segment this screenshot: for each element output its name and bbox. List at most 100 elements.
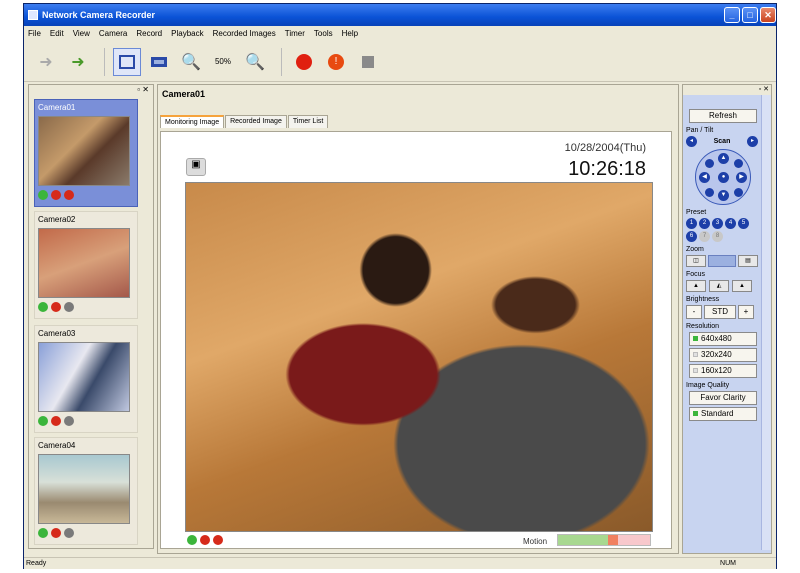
camera-thumb-3[interactable]: Camera03 (34, 325, 138, 433)
refresh-button[interactable]: Refresh (689, 109, 757, 123)
close-button[interactable]: ✕ (760, 7, 776, 23)
home-position-icon[interactable]: ● (718, 172, 729, 183)
standard-quality-button[interactable]: Standard (689, 407, 757, 421)
monitor-panel: Camera01 Monitoring Image Recorded Image… (157, 84, 679, 554)
green-status-icon (38, 528, 48, 538)
brightness-std-button[interactable]: STD (704, 305, 736, 319)
zoom-in-icon[interactable]: 🔍 (241, 48, 269, 76)
green-status-icon (38, 190, 48, 200)
brightness-label: Brightness (686, 296, 720, 303)
back-arrow-icon[interactable]: ➜ (32, 48, 60, 76)
red-status-icon (51, 302, 61, 312)
zoom-tele-button[interactable]: ▤ (738, 255, 758, 267)
preset-button-6[interactable]: 6 (686, 231, 697, 242)
camera-thumb-image (38, 454, 130, 524)
tab-recorded-image[interactable]: Recorded Image (225, 115, 287, 128)
camera-status-dots (38, 416, 74, 426)
focus-control: ▲ ◭ ▲ (686, 280, 760, 292)
scan-left-icon[interactable]: ◂ (686, 136, 697, 147)
preset-button-2[interactable]: 2 (699, 218, 710, 229)
zoom-wide-button[interactable]: ◫ (686, 255, 706, 267)
menu-help[interactable]: Help (342, 29, 358, 38)
resolution-320-button[interactable]: 320x240 (689, 348, 757, 362)
zoom-slider[interactable] (708, 255, 736, 267)
scan-right-icon[interactable]: ▸ (746, 136, 758, 147)
camera-thumb-2[interactable]: Camera02 (34, 211, 138, 319)
window-title: Network Camera Recorder (42, 10, 156, 20)
record-button[interactable] (290, 48, 318, 76)
monitoring-view: ▣ 10/28/2004(Thu) 10:26:18 Motion (160, 131, 672, 549)
control-panel: ▫ ✕ Refresh Pan / Tilt ◂ Scan ▸ ▲ ▼ ◀ ▶ … (682, 84, 772, 554)
maximize-button[interactable]: □ (742, 7, 758, 23)
favor-clarity-button[interactable]: Favor Clarity (689, 391, 757, 405)
focus-far-button[interactable]: ▲ (732, 280, 752, 292)
preset-button-5[interactable]: 5 (738, 218, 749, 229)
focus-label: Focus (686, 271, 706, 278)
focus-auto-button[interactable]: ◭ (709, 280, 729, 292)
status-bar: Ready NUM (24, 557, 776, 569)
pan-up-right-icon[interactable] (734, 159, 743, 168)
snapshot-button[interactable]: ▣ (186, 158, 206, 176)
menu-record[interactable]: Record (136, 29, 162, 38)
menu-bar: File Edit View Camera Record Playback Re… (24, 26, 776, 40)
selected-led-icon (693, 411, 698, 417)
brightness-minus-button[interactable]: - (686, 305, 702, 319)
camera-thumb-image (38, 228, 130, 298)
monitor-date: 10/28/2004(Thu) (564, 142, 646, 154)
pan-tilt-label: Pan / Tilt (686, 127, 714, 134)
panel-controls[interactable]: ▫ ✕ (29, 85, 153, 97)
tab-timer-list[interactable]: Timer List (287, 115, 329, 128)
tab-monitoring-image[interactable]: Monitoring Image (160, 115, 225, 128)
focus-near-button[interactable]: ▲ (686, 280, 706, 292)
pan-down-left-icon[interactable] (705, 188, 714, 197)
fit-view-icon[interactable] (113, 47, 141, 76)
menu-file[interactable]: File (28, 29, 41, 38)
pan-right-icon[interactable]: ▶ (736, 172, 747, 183)
monitor-time: 10:26:18 (568, 158, 646, 180)
menu-tools[interactable]: Tools (314, 29, 333, 38)
pan-down-right-icon[interactable] (734, 188, 743, 197)
camera-thumb-1[interactable]: Camera01 (34, 99, 138, 207)
resolution-640-button[interactable]: 640x480 (689, 332, 757, 346)
resolution-320-label: 320x240 (701, 350, 732, 359)
menu-view[interactable]: View (73, 29, 90, 38)
forward-arrow-icon[interactable]: ➜ (64, 48, 92, 76)
preset-button-7[interactable]: 7 (699, 231, 710, 242)
gray-status-icon (64, 416, 74, 426)
green-status-icon (38, 302, 48, 312)
preset-button-3[interactable]: 3 (712, 218, 723, 229)
pan-left-icon[interactable]: ◀ (699, 172, 710, 183)
camera-thumb-image (38, 116, 130, 186)
preset-button-1[interactable]: 1 (686, 218, 697, 229)
preset-button-4[interactable]: 4 (725, 218, 736, 229)
pan-up-left-icon[interactable] (705, 159, 714, 168)
brightness-plus-button[interactable]: + (738, 305, 754, 319)
camera-thumb-4[interactable]: Camera04 (34, 437, 138, 545)
app-window: Network Camera Recorder _ □ ✕ File Edit … (23, 3, 777, 569)
camera-list-panel: ▫ ✕ Camera01 Camera02 Camera03 Camera04 (28, 84, 154, 549)
gray-status-icon (64, 302, 74, 312)
minimize-button[interactable]: _ (724, 7, 740, 23)
menu-recorded-images[interactable]: Recorded Images (213, 29, 276, 38)
menu-edit[interactable]: Edit (50, 29, 64, 38)
zoom-out-icon[interactable]: 🔍 (177, 48, 205, 76)
preset-button-8[interactable]: 8 (712, 231, 723, 242)
resolution-160-button[interactable]: 160x120 (689, 364, 757, 378)
menu-playback[interactable]: Playback (171, 29, 203, 38)
panel-controls[interactable]: ▫ ✕ (683, 85, 771, 95)
alarm-icon: ! (328, 53, 344, 70)
single-view-icon[interactable] (145, 48, 173, 76)
num-lock-indicator: NUM (720, 560, 736, 567)
alarm-record-button[interactable]: ! (322, 48, 350, 76)
stop-button[interactable] (354, 48, 382, 76)
menu-camera[interactable]: Camera (99, 29, 127, 38)
camera-status-dots (38, 302, 74, 312)
camera-thumb-image (38, 342, 130, 412)
tilt-up-icon[interactable]: ▲ (718, 153, 729, 164)
tilt-down-icon[interactable]: ▼ (718, 190, 729, 201)
live-camera-image[interactable] (185, 182, 653, 532)
control-scrollbar[interactable] (761, 95, 771, 550)
red-status-icon (51, 528, 61, 538)
menu-timer[interactable]: Timer (285, 29, 305, 38)
camera-thumb-label: Camera04 (38, 441, 76, 450)
